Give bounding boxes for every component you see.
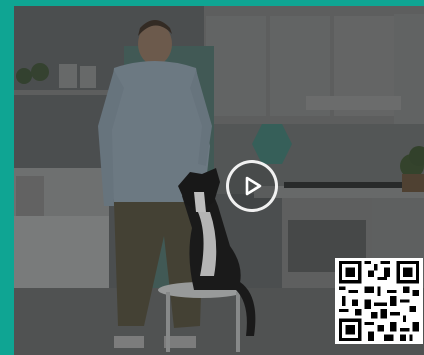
play-button[interactable] xyxy=(226,160,278,212)
qr-code xyxy=(335,258,423,344)
play-icon xyxy=(245,176,262,196)
qr-code-icon xyxy=(339,261,419,341)
video-frame xyxy=(0,0,424,355)
video-player[interactable] xyxy=(14,6,424,355)
